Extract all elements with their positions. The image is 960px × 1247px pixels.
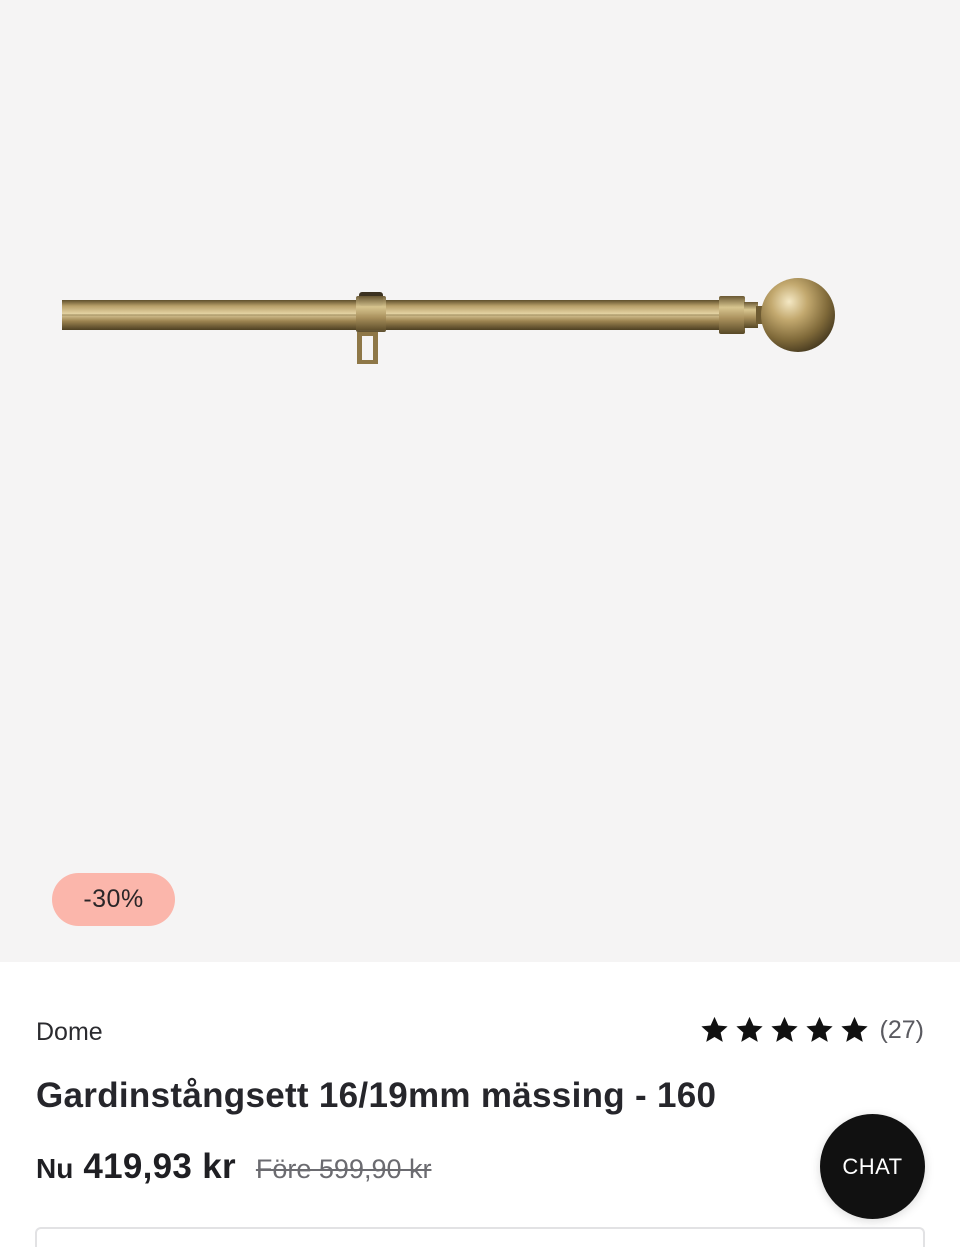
bracket-shape — [356, 292, 386, 364]
product-image[interactable] — [0, 0, 960, 962]
options-box[interactable] — [35, 1227, 925, 1247]
price-prefix: Nu — [36, 1153, 74, 1184]
end-cap-shape — [719, 296, 745, 334]
finial-ball-shape — [761, 278, 835, 352]
chat-button[interactable]: CHAT — [820, 1114, 925, 1219]
product-image-area[interactable]: -30% — [0, 0, 960, 962]
star-icon — [840, 1016, 868, 1042]
original-price: Före 599,90 kr — [255, 1154, 432, 1184]
star-icon — [805, 1016, 833, 1042]
product-title: Gardinstångsett 16/19mm mässing - 160 — [36, 1076, 717, 1115]
current-price: 419,93 kr — [83, 1147, 236, 1186]
product-info: Dome (27) Gardinstångsett 16/19mm mässin… — [0, 962, 960, 1247]
star-icon — [770, 1016, 798, 1042]
price-row: Nu 419,93 kr Före 599,90 kr — [36, 1147, 431, 1187]
star-icon — [735, 1016, 763, 1042]
discount-badge: -30% — [52, 873, 175, 926]
brand-name[interactable]: Dome — [36, 1018, 103, 1047]
rating-stars — [699, 1015, 870, 1045]
review-count[interactable]: (27) — [880, 1016, 924, 1045]
star-icon — [700, 1016, 728, 1042]
rating-summary[interactable]: (27) — [699, 1015, 924, 1045]
